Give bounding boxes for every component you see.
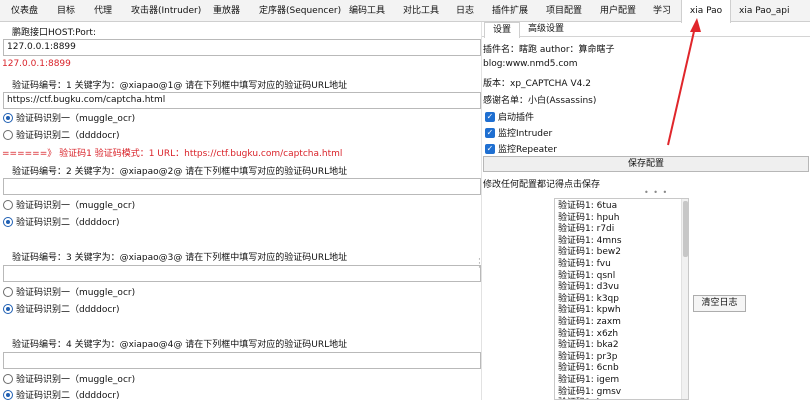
captcha-1-option-ddddocr[interactable]: 验证码识别二（ddddocr) [3,128,120,141]
captcha-1-status-text: ======》 验证码1 验证码模式：1 URL：https://ctf.bug… [2,149,343,159]
log-item: 验证码1: qsnl [558,270,616,281]
captcha-4-url-input[interactable] [3,352,481,369]
captcha-4-option-ddddocr[interactable]: 验证码识别二（ddddocr) [3,388,120,400]
captcha-2-url-input[interactable] [3,178,481,195]
tab-target[interactable]: 目标 [57,0,75,22]
tab-xia-pao-api[interactable]: xia Pao_api [739,0,789,22]
radio-unselected-icon[interactable] [3,199,13,210]
host-status-text: 127.0.0.1:8899 [2,59,71,69]
captcha-2-label: 验证码编号：2 关键字为：@xiapao@2@ 请在下列框中填写对应的验证码UR… [12,167,348,177]
clear-log-button[interactable]: 清空日志 [693,295,746,312]
save-config-button[interactable]: 保存配置 [483,156,809,172]
checkbox-checked-icon[interactable]: ✓ [485,127,495,138]
log-item: 验证码1: zaxm [558,316,621,327]
captcha-4-option-muggle[interactable]: 验证码识别一（muggle_ocr) [3,372,135,385]
log-item: 验证码1: d3vu [558,282,620,293]
thanks-text: 感谢名单：小白(Assassins) [483,96,597,106]
log-item: 验证码1: k3qp [558,293,619,304]
log-item: 验证码1: bka2 [558,340,619,351]
captcha-log-list[interactable]: 验证码1: 6tua 验证码1: hpuh 验证码1: r7di 验证码1: 4mns… [554,198,689,400]
enable-plugin-checkbox[interactable]: ✓ 启动插件 [485,110,534,123]
log-item: 验证码1: gmsv [558,386,622,397]
captcha-1-url-input[interactable]: https://ctf.bugku.com/captcha.html [3,92,481,109]
monitor-intruder-label: 监控Intruder [498,129,553,139]
log-item: 验证码1: hpuh [558,212,620,223]
blog-text: blog:www.nmd5.com [483,59,578,69]
tab-dashboard[interactable]: 仪表盘 [11,0,38,22]
tab-proxy[interactable]: 代理 [94,0,112,22]
tab-intruder[interactable]: 攻击器(Intruder) [131,0,201,22]
captcha-2-option-ddddocr[interactable]: 验证码识别二（ddddocr) [3,215,120,228]
more-dots-icon: • • • [644,188,669,197]
captcha-2-option-muggle-label: 验证码识别一（muggle_ocr) [16,201,136,211]
splitter-grip-icon[interactable]: · · · [478,256,481,273]
captcha-1-label: 验证码编号：1 关键字为：@xiapao@1@ 请在下列框中填写对应的验证码UR… [12,81,348,91]
checkbox-checked-icon[interactable]: ✓ [485,143,495,154]
version-text: 版本：xp_CAPTCHA V4.2 [483,79,591,89]
log-item: 验证码1: igem [558,374,620,385]
enable-plugin-label: 启动插件 [498,113,535,123]
captcha-3-option-ddddocr[interactable]: 验证码识别二（ddddocr) [3,302,120,315]
tab-xia-pao[interactable]: xia Pao [681,0,731,23]
scroll-thumb[interactable] [683,201,688,257]
tab-logger[interactable]: 日志 [456,0,474,22]
tab-advanced-settings[interactable]: 高级设置 [528,22,564,37]
tab-sequencer[interactable]: 定序器(Sequencer) [259,0,341,22]
log-scrollbar[interactable] [681,199,688,399]
host-port-input[interactable]: 127.0.0.1:8899 [3,39,481,56]
host-port-label: 鹏跑接口HOST:Port: [12,28,96,38]
log-item: 验证码1: r7di [558,224,615,235]
captcha-3-option-muggle-label: 验证码识别一（muggle_ocr) [16,288,136,298]
captcha-1-option-muggle[interactable]: 验证码识别一（muggle_ocr) [3,111,135,124]
log-item: 验证码1: x6zh [558,328,619,339]
captcha-2-option-ddddocr-label: 验证码识别二（ddddocr) [16,218,120,228]
main-menu-bar: 仪表盘 目标 代理 攻击器(Intruder) 重放器 定序器(Sequence… [0,0,810,23]
tab-comparer[interactable]: 对比工具 [403,0,439,22]
captcha-4-label: 验证码编号：4 关键字为：@xiapao@4@ 请在下列框中填写对应的验证码UR… [12,340,348,350]
settings-subtabs: 设置 高级设置 [482,22,810,38]
log-item: 验证码1: fvu [558,258,611,269]
tab-project-options[interactable]: 项目配置 [546,0,582,22]
tab-repeater[interactable]: 重放器 [213,0,240,22]
log-item: 验证码1: pr3p [558,351,618,362]
plugin-settings-panel: 设置 高级设置 插件名：瞎跑 author：算命瞎子 blog:www.nmd5… [482,22,810,400]
captcha-1-option-ddddocr-label: 验证码识别二（ddddocr) [16,131,120,141]
monitor-repeater-checkbox[interactable]: ✓ 监控Repeater [485,142,557,155]
captcha-3-url-input[interactable] [3,265,481,282]
captcha-4-option-ddddocr-label: 验证码识别二（ddddocr) [16,391,120,400]
captcha-2-option-muggle[interactable]: 验证码识别一（muggle_ocr) [3,198,135,211]
checkbox-checked-icon[interactable]: ✓ [485,111,495,122]
plugin-name-text: 插件名：瞎跑 author：算命瞎子 [483,45,615,55]
radio-unselected-icon[interactable] [3,286,13,297]
log-item: 验证码1: bew2 [558,247,621,258]
tab-decoder[interactable]: 编码工具 [349,0,385,22]
monitor-repeater-label: 监控Repeater [498,145,557,155]
tab-learn[interactable]: 学习 [653,0,671,22]
log-items: 验证码1: 6tua 验证码1: hpuh 验证码1: r7di 验证码1: 4mns… [558,201,622,399]
captcha-3-option-muggle[interactable]: 验证码识别一（muggle_ocr) [3,285,135,298]
radio-selected-icon[interactable] [3,216,13,227]
radio-unselected-icon[interactable] [3,373,13,384]
tab-extensions[interactable]: 插件扩展 [492,0,528,22]
captcha-3-label: 验证码编号：3 关键字为：@xiapao@3@ 请在下列框中填写对应的验证码UR… [12,253,348,263]
save-hint-text: 修改任何配置都记得点击保存 [483,180,601,190]
captcha-4-option-muggle-label: 验证码识别一（muggle_ocr) [16,375,136,385]
monitor-intruder-checkbox[interactable]: ✓ 监控Intruder [485,126,552,139]
radio-unselected-icon[interactable] [3,129,13,140]
radio-selected-icon[interactable] [3,303,13,314]
log-item: 验证码1: 6cnb [558,363,619,374]
log-item: 验证码1: 6tua [558,201,618,211]
log-item: 验证码1: kpwh [558,305,621,316]
captcha-config-panel: 鹏跑接口HOST:Port: 127.0.0.1:8899 127.0.0.1:… [0,22,481,400]
captcha-1-option-muggle-label: 验证码识别一（muggle_ocr) [16,114,136,124]
tab-user-options[interactable]: 用户配置 [600,0,636,22]
tab-settings[interactable]: 设置 [484,22,520,38]
radio-selected-icon[interactable] [3,112,13,123]
radio-selected-icon[interactable] [3,389,13,400]
captcha-3-option-ddddocr-label: 验证码识别二（ddddocr) [16,305,120,315]
log-item: 验证码1: 4mns [558,235,622,246]
